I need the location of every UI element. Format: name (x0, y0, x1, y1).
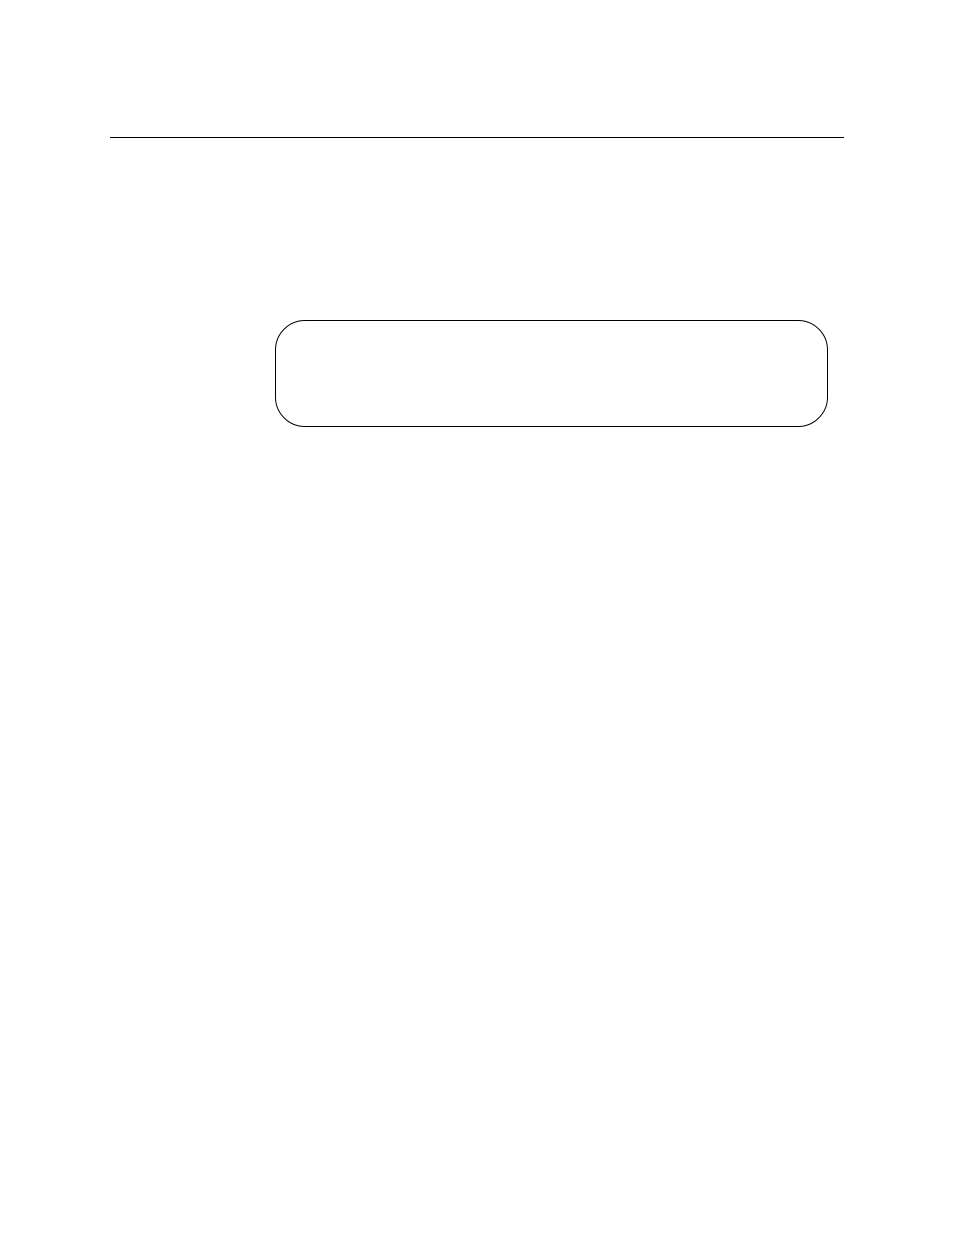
figure-frame (275, 320, 828, 427)
page (0, 0, 954, 1235)
header-rule (110, 137, 844, 138)
